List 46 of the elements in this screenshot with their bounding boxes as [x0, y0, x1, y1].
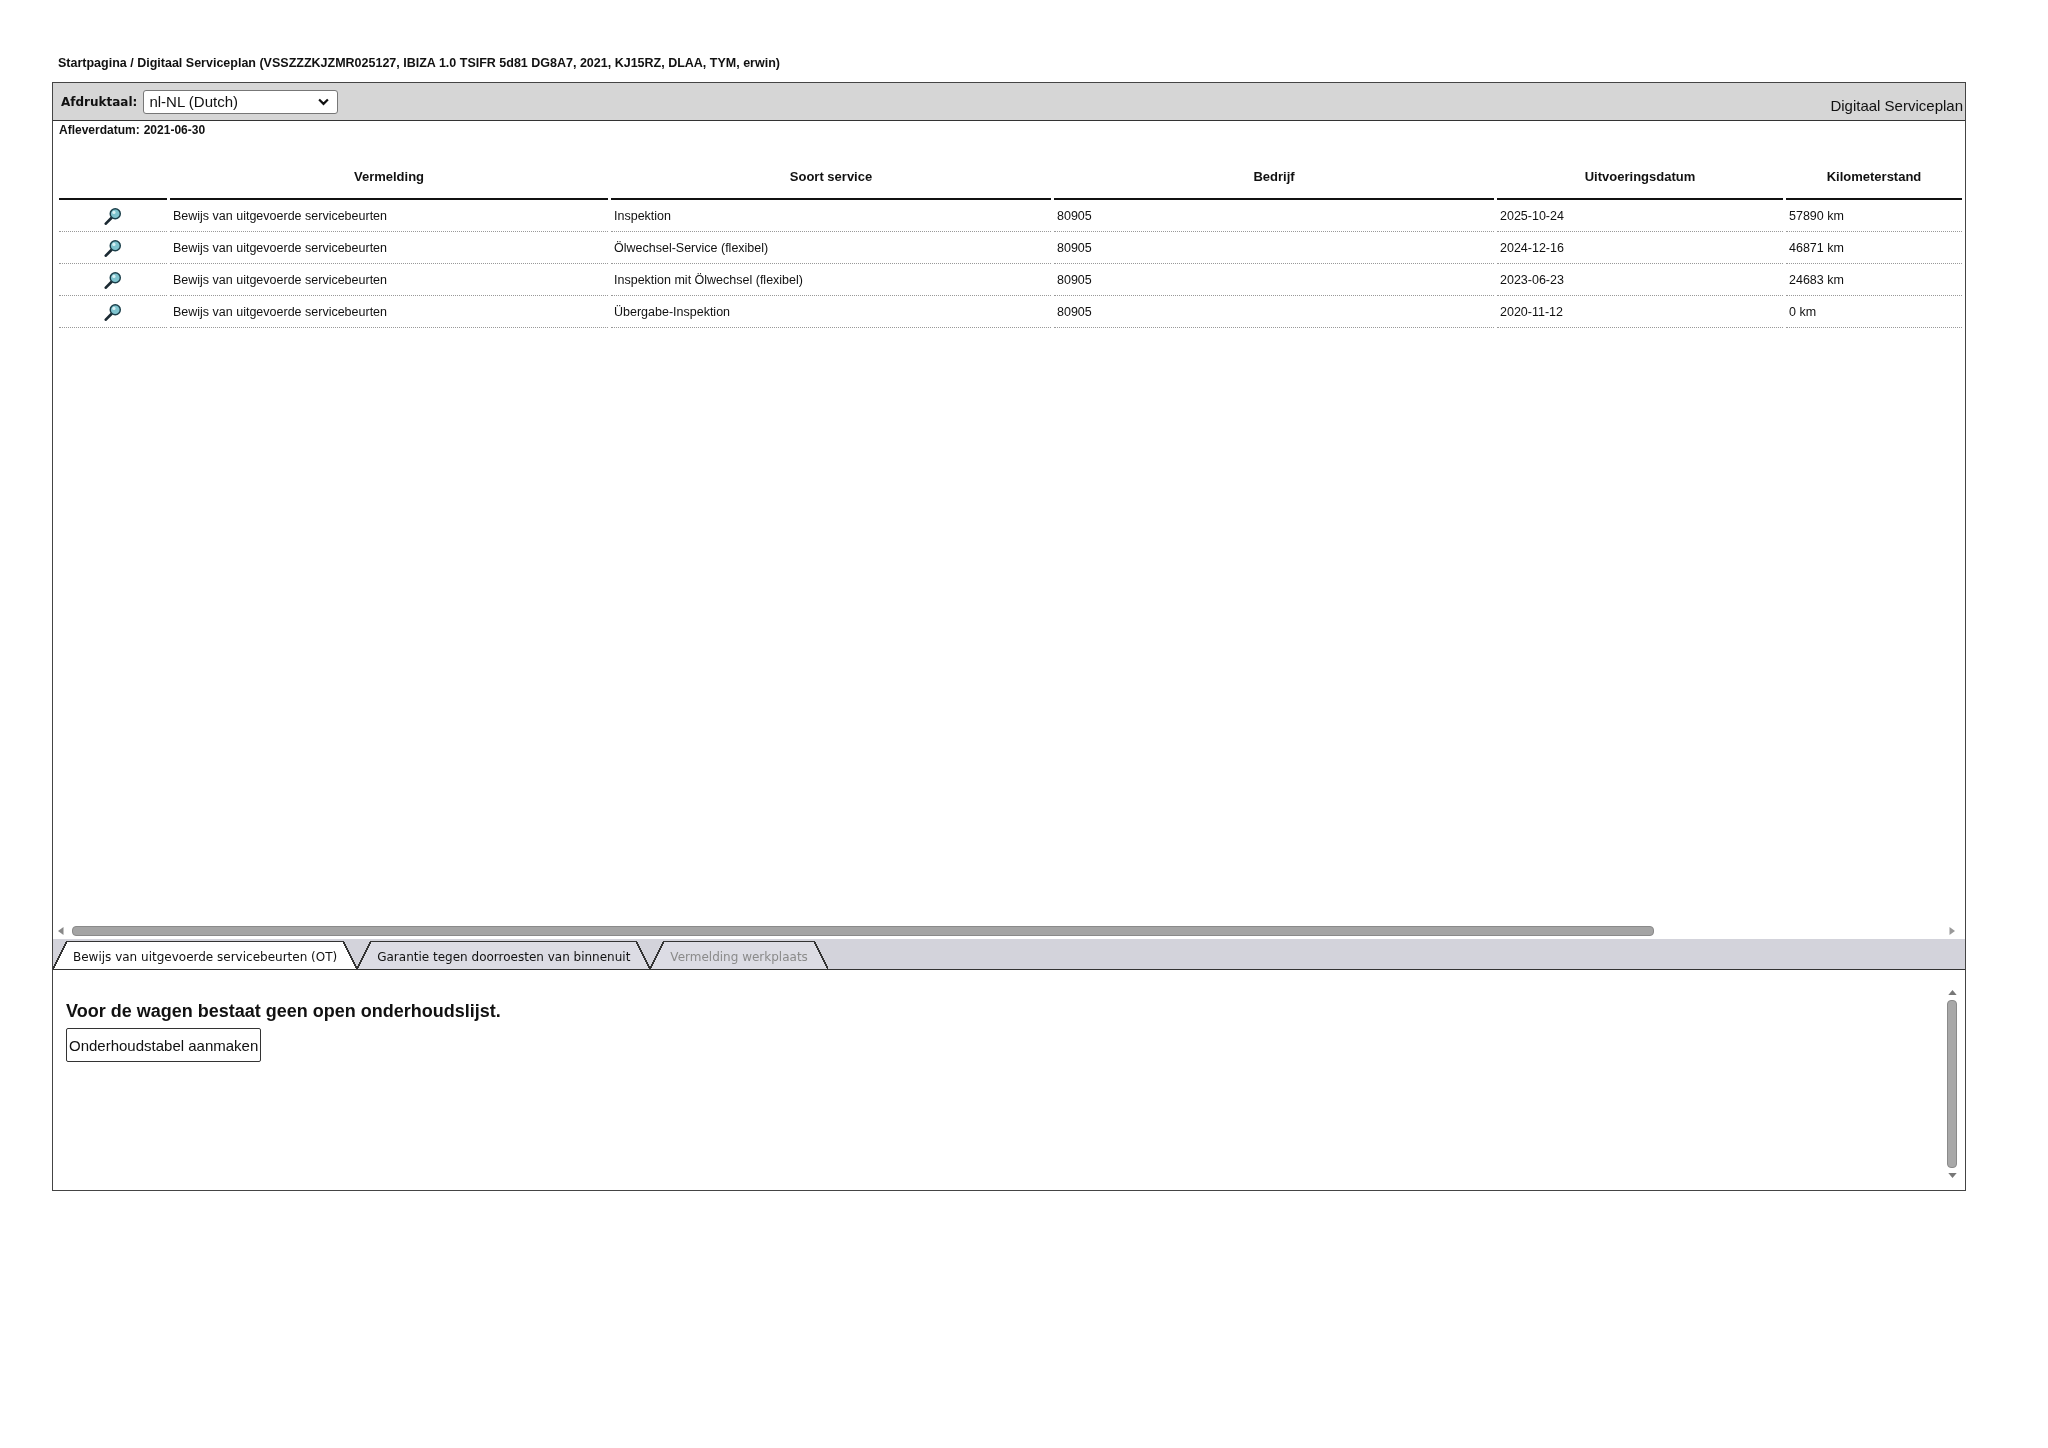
delivery-date-label: Afleverdatum:: [59, 122, 140, 139]
table-cell: 2025-10-24: [1497, 200, 1783, 232]
table-cell: 2023-06-23: [1497, 264, 1783, 296]
table-cell: Inspektion mit Ölwechsel (flexibel): [611, 264, 1051, 296]
table-cell: 2024-12-16: [1497, 232, 1783, 264]
column-header: Uitvoeringsdatum: [1497, 147, 1783, 200]
tab[interactable]: Bewijs van uitgevoerde servicebeurten (OT): [53, 941, 358, 969]
delivery-date-value: 2021-06-30: [143, 122, 206, 139]
magnifier-icon[interactable]: [104, 206, 122, 225]
table-cell: Bewijs van uitgevoerde servicebeurten: [170, 200, 608, 232]
scroll-down-arrow-icon[interactable]: [1947, 1173, 1957, 1178]
table-cell: 2020-11-12: [1497, 296, 1783, 328]
column-header: Soort service: [611, 147, 1051, 200]
column-header: Bedrijf: [1054, 147, 1494, 200]
table-cell: Bewijs van uitgevoerde servicebeurten: [170, 296, 608, 328]
print-language-label: Afdruktaal:: [61, 94, 138, 109]
vertical-scrollbar-thumb[interactable]: [1947, 1000, 1957, 1168]
horizontal-scrollbar-thumb[interactable]: [72, 926, 1654, 936]
scroll-right-arrow-icon[interactable]: [1949, 927, 1955, 935]
magnifier-icon[interactable]: [104, 302, 122, 321]
column-header: Vermelding: [170, 147, 608, 200]
tab[interactable]: Garantie tegen doorroesten van binnenuit: [357, 941, 651, 969]
language-select[interactable]: nl-NL (Dutch): [143, 89, 339, 114]
table-cell: Bewijs van uitgevoerde servicebeurten: [170, 264, 608, 296]
column-header: Kilometerstand: [1786, 147, 1962, 200]
table-cell: 80905: [1054, 264, 1494, 296]
create-table-button[interactable]: Onderhoudstabel aanmaken: [66, 1028, 262, 1062]
table-cell: 80905: [1054, 296, 1494, 328]
scroll-left-arrow-icon[interactable]: [58, 927, 64, 935]
table-cell: Bewijs van uitgevoerde servicebeurten: [170, 232, 608, 264]
chevron-down-icon: [318, 97, 330, 106]
table-cell: Inspektion: [611, 200, 1051, 232]
breadcrumb: Startpagina / Digitaal Serviceplan (VSSZZZKJZMR025127, IBIZA 1.0 TSIFR 5d81 DG8A7, 2021, KJ15RZ, DLAA, TYM, erwin): [57, 55, 780, 72]
page-title: Digitaal Serviceplan: [1830, 97, 1964, 114]
table-cell: 80905: [1054, 200, 1494, 232]
table-cell: 24683 km: [1786, 264, 1962, 296]
table-cell: Ölwechsel-Service (flexibel): [611, 232, 1051, 264]
table-cell: 46871 km: [1786, 232, 1962, 264]
magnifier-icon[interactable]: [104, 270, 122, 289]
magnifier-icon[interactable]: [104, 238, 122, 257]
message-text: Voor de wagen bestaat geen open onderhoudslijst.: [66, 1000, 501, 1022]
table-cell: 80905: [1054, 232, 1494, 264]
table-cell: 0 km: [1786, 296, 1962, 328]
table-cell: 57890 km: [1786, 200, 1962, 232]
scroll-up-arrow-icon[interactable]: [1947, 990, 1957, 995]
table-cell: Übergabe-Inspektion: [611, 296, 1051, 328]
